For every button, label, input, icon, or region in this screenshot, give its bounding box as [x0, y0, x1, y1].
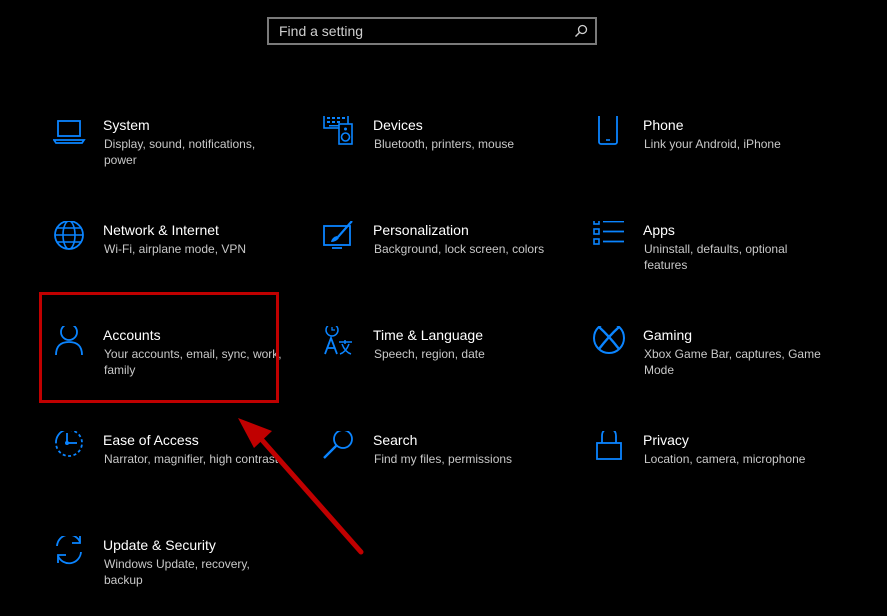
tile-devices[interactable]: Devices Bluetooth, printers, mouse	[323, 113, 563, 196]
keyboard-speaker-icon	[323, 113, 357, 150]
tile-description: Display, sound, notifications, power	[104, 137, 256, 167]
tile-system[interactable]: System Display, sound, notifications, po…	[52, 116, 293, 196]
ease-of-access-icon	[53, 429, 87, 465]
laptop-icon	[52, 116, 87, 150]
tile-title: Devices	[373, 117, 423, 133]
tile-description: Find my files, permissions	[374, 452, 513, 466]
tile-title: Apps	[643, 222, 675, 238]
tile-title: System	[103, 117, 150, 133]
apps-list-icon	[593, 218, 627, 255]
tile-gaming[interactable]: Gaming Xbox Game Bar, captures, Game Mod…	[593, 322, 833, 406]
paintbrush-icon	[323, 220, 357, 255]
tile-phone[interactable]: Phone Link your Android, iPhone	[593, 113, 833, 196]
tile-title: Time & Language	[373, 327, 483, 343]
tile-title: Update & Security	[103, 537, 216, 553]
tile-privacy[interactable]: Privacy Location, camera, microphone	[593, 428, 833, 511]
tile-apps[interactable]: Apps Uninstall, defaults, optional featu…	[593, 218, 833, 301]
xbox-icon	[593, 322, 627, 360]
tile-network-internet[interactable]: Network & Internet Wi-Fi, airplane mode,…	[53, 220, 293, 301]
tile-title: Phone	[643, 117, 684, 133]
tile-personalization[interactable]: Personalization Background, lock screen,…	[323, 220, 563, 301]
tile-title: Ease of Access	[103, 432, 199, 448]
tile-title: Privacy	[643, 432, 689, 448]
tile-search[interactable]: Search Find my files, permissions	[323, 429, 563, 511]
tile-description: Narrator, magnifier, high contrast	[104, 452, 279, 466]
tile-update-security[interactable]: Update & Security Windows Update, recove…	[53, 533, 293, 616]
search-input[interactable]	[269, 19, 567, 43]
tile-description: Bluetooth, printers, mouse	[374, 137, 515, 151]
tile-description: Windows Update, recovery, backup	[104, 557, 250, 587]
tile-title: Network & Internet	[103, 222, 219, 238]
tile-title: Personalization	[373, 222, 469, 238]
tile-description: Uninstall, defaults, optional features	[644, 242, 788, 272]
tile-description: Speech, region, date	[374, 347, 485, 361]
tile-title: Search	[373, 432, 418, 448]
tile-description: Background, lock screen, colors	[374, 242, 545, 256]
magnifier-icon	[323, 429, 357, 465]
search-box[interactable]	[267, 17, 597, 45]
tile-description: Xbox Game Bar, captures, Game Mode	[644, 347, 821, 377]
globe-icon	[53, 220, 87, 255]
tile-ease-of-access[interactable]: Ease of Access Narrator, magnifier, high…	[53, 429, 293, 511]
sync-icon	[53, 533, 87, 570]
lock-icon	[593, 428, 627, 465]
search-icon[interactable]	[567, 19, 595, 43]
tile-description: Location, camera, microphone	[644, 452, 806, 466]
time-language-icon	[323, 323, 357, 360]
tile-title: Gaming	[643, 327, 693, 343]
tile-description: Wi-Fi, airplane mode, VPN	[104, 242, 247, 256]
phone-icon	[593, 113, 627, 150]
accounts-highlight-box	[39, 292, 279, 403]
tile-time-language[interactable]: Time & Language Speech, region, date	[323, 323, 563, 406]
tile-description: Link your Android, iPhone	[644, 137, 781, 151]
